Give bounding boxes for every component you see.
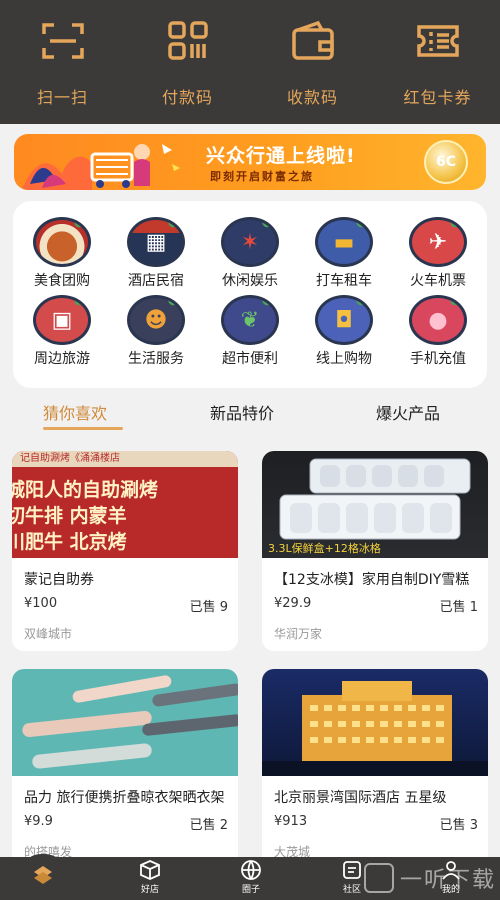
coupon-button[interactable]: 红包卡券	[375, 0, 500, 124]
banner-subline: 即刻开启财富之旅	[210, 170, 314, 183]
nav-good-shops[interactable]: 好店	[120, 859, 180, 895]
category-hotel[interactable]: ▦ 酒店民宿	[109, 217, 203, 290]
product-image	[262, 669, 488, 776]
leisure-icon: ✶	[221, 217, 279, 267]
banner-coin-badge: 6C	[424, 140, 468, 184]
hotel-icon: ▦	[127, 217, 185, 267]
product-image-caption: 记自助涮烤《涌涌楼店	[12, 451, 238, 467]
coupon-label: 红包卡券	[403, 88, 472, 107]
category-label: 周边旅游	[34, 351, 90, 367]
promo-banner[interactable]: 兴众行通上线啦! 即刻开启财富之旅 6C	[14, 134, 486, 190]
product-price: ¥100	[24, 596, 58, 611]
active-tab-indicator	[43, 427, 123, 430]
top-toolbar: 扫一扫 付款码 收款码 红包卡券	[0, 0, 500, 124]
category-label: 打车租车	[316, 273, 372, 289]
product-image: 记自助涮烤《涌涌楼店 城阳人的自助涮烤 切牛排 内蒙羊 川肥牛 北京烤	[12, 451, 238, 558]
category-label: 酒店民宿	[128, 273, 184, 289]
piggy-bank-icon: ●	[409, 295, 467, 345]
category-label: 休闲娱乐	[222, 273, 278, 289]
hanger-graphic	[22, 675, 238, 769]
pay-code-label: 付款码	[161, 88, 213, 107]
grocery-icon: ❦	[221, 295, 279, 345]
shopping-bag-icon: ◘	[315, 295, 373, 345]
home-button[interactable]	[20, 854, 66, 896]
product-image-caption: 川肥牛 北京烤	[12, 531, 127, 553]
tab-hot-products[interactable]: 爆火产品	[376, 400, 440, 424]
category-online-shopping[interactable]: ◘ 线上购物	[297, 295, 391, 368]
scan-button[interactable]: 扫一扫	[0, 0, 125, 124]
product-image-caption: 切牛排 内蒙羊	[12, 505, 127, 527]
product-image-caption: 3.3L保鲜盒+12格冰格	[268, 542, 381, 555]
category-grid: 美食团购 ▦ 酒店民宿 ✶ 休闲娱乐 ▬ 打车租车 ✈ 火车机票 ▣ 周边旅游 …	[13, 201, 487, 388]
qr-code-icon	[167, 21, 208, 60]
category-taxi[interactable]: ▬ 打车租车	[297, 217, 391, 290]
product-sold-count: 已售 1	[439, 600, 478, 615]
product-card[interactable]: 品力 旅行便携折叠晾衣架晒衣架 ¥9.9 已售 2 的搭嘻发	[12, 669, 238, 869]
product-sold-count: 已售 2	[189, 818, 228, 833]
food-icon	[33, 217, 91, 267]
product-price: ¥913	[274, 814, 308, 829]
product-title: 蒙记自助券	[24, 572, 94, 588]
product-title: 【12支冰模】家用自制DIY雪糕	[274, 572, 470, 588]
product-card[interactable]: 3.3L保鲜盒+12格冰格 【12支冰模】家用自制DIY雪糕 ¥29.9 已售 …	[262, 451, 488, 651]
home-logo-icon	[34, 866, 52, 884]
category-label: 火车机票	[410, 273, 466, 289]
product-shop: 双峰城市	[24, 627, 73, 641]
product-image	[12, 669, 238, 776]
category-grocery[interactable]: ❦ 超市便利	[203, 295, 297, 368]
product-card[interactable]: 记自助涮烤《涌涌楼店 城阳人的自助涮烤 切牛排 内蒙羊 川肥牛 北京烤 蒙记自助…	[12, 451, 238, 651]
product-title: 北京丽景湾国际酒店 五星级	[274, 790, 447, 806]
watermark-logo-icon	[363, 863, 394, 893]
tab-new-specials[interactable]: 新品特价	[210, 400, 274, 424]
hotel-building-graphic	[262, 681, 488, 776]
community-icon	[343, 861, 361, 879]
product-price: ¥9.9	[24, 814, 53, 829]
pay-code-button[interactable]: 付款码	[125, 0, 250, 124]
banner-headline: 兴众行通上线啦!	[206, 145, 356, 167]
ice-mold-graphic	[279, 458, 471, 540]
product-image: 3.3L保鲜盒+12格冰格	[262, 451, 488, 558]
category-food[interactable]: 美食团购	[15, 217, 109, 290]
box-icon	[140, 860, 160, 880]
banner-illustration	[22, 144, 180, 190]
product-image-caption: 城阳人的自助涮烤	[12, 479, 159, 501]
nav-label: 好店	[140, 885, 159, 895]
receive-code-label: 收款码	[286, 88, 338, 107]
receive-code-button[interactable]: 收款码	[250, 0, 375, 124]
taxi-icon: ▬	[315, 217, 373, 267]
product-sold-count: 已售 9	[189, 600, 228, 615]
globe-icon	[241, 860, 261, 880]
watermark: 一听下载	[363, 858, 496, 898]
category-label: 手机充值	[410, 351, 466, 367]
category-services[interactable]: ☻ 生活服务	[109, 295, 203, 368]
category-topup[interactable]: ● 手机充值	[391, 295, 485, 368]
scan-icon	[41, 23, 84, 59]
scan-label: 扫一扫	[36, 88, 88, 107]
nav-label: 社区	[342, 885, 361, 895]
watermark-text: 一听下载	[399, 868, 496, 893]
product-card[interactable]: 北京丽景湾国际酒店 五星级 ¥913 已售 3 大茂城	[262, 669, 488, 869]
product-shop: 华润万家	[274, 627, 323, 641]
category-label: 超市便利	[222, 351, 278, 367]
plane-icon: ✈	[409, 217, 467, 267]
nav-circle[interactable]: 圈子	[221, 859, 281, 895]
service-icon: ☻	[127, 295, 185, 345]
wallet-icon	[291, 20, 334, 60]
category-label: 线上购物	[316, 351, 372, 367]
product-title: 品力 旅行便携折叠晾衣架晒衣架	[24, 790, 225, 806]
product-price: ¥29.9	[274, 596, 312, 611]
category-tickets[interactable]: ✈ 火车机票	[391, 217, 485, 290]
category-label: 美食团购	[34, 273, 90, 289]
coupon-icon	[416, 25, 459, 57]
luggage-icon: ▣	[33, 295, 91, 345]
product-tabs: 猜你喜欢 新品特价 爆火产品	[0, 398, 500, 434]
product-sold-count: 已售 3	[439, 818, 478, 833]
nav-label: 圈子	[241, 885, 260, 895]
category-label: 生活服务	[128, 351, 184, 367]
tab-guess-you-like[interactable]: 猜你喜欢	[43, 400, 107, 424]
category-leisure[interactable]: ✶ 休闲娱乐	[203, 217, 297, 290]
category-travel[interactable]: ▣ 周边旅游	[15, 295, 109, 368]
